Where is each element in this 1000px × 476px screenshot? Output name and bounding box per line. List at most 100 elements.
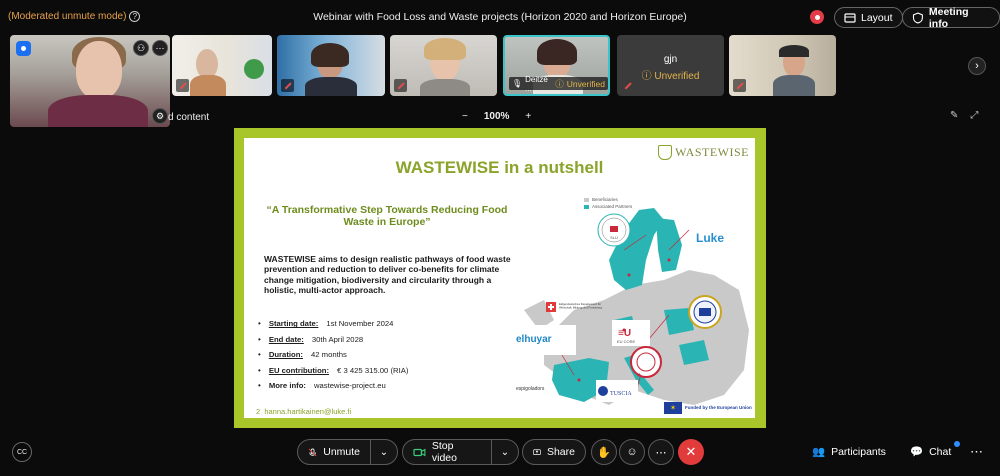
partner-slu-label: SLU bbox=[610, 235, 618, 240]
chevron-down-icon: ⌄ bbox=[500, 446, 510, 458]
list-item: More info: wastewise-project.eu bbox=[258, 378, 498, 394]
closed-captions-button[interactable]: CC bbox=[12, 442, 32, 462]
people-icon: 👥 bbox=[812, 446, 826, 458]
participant-tile[interactable] bbox=[277, 35, 385, 96]
recording-icon[interactable] bbox=[810, 10, 824, 24]
project-facts-list: Starting date: 1st November 2024 End dat… bbox=[258, 316, 498, 394]
next-page-button[interactable]: › bbox=[968, 57, 986, 75]
slide-title: WASTEWISE in a nutshell bbox=[395, 158, 604, 177]
share-screen-icon bbox=[533, 448, 541, 455]
participant-tile-no-video[interactable]: gjn ⓘ Unverified bbox=[617, 35, 724, 96]
active-speaker-tile[interactable]: 🎙 Deitze ... ⓘ Unverified bbox=[503, 35, 610, 96]
unverified-label: Unverified bbox=[654, 71, 700, 82]
contact-email: 2 hanna.hartikainen@luke.fi bbox=[256, 407, 352, 416]
chevron-right-icon: › bbox=[975, 60, 979, 72]
raise-hand-button[interactable]: ✋ bbox=[591, 439, 617, 465]
slide-description: WASTEWISE aims to design realistic pathw… bbox=[264, 254, 511, 296]
layout-label: Layout bbox=[861, 11, 893, 24]
partner-espigoladors-label: espigoladors bbox=[516, 386, 545, 392]
chevron-down-icon: ⌄ bbox=[379, 446, 389, 458]
reactions-button[interactable]: ☺ bbox=[619, 439, 645, 465]
slide-quote: “A Transformative Step Towards Reducing … bbox=[266, 204, 508, 229]
layout-icon bbox=[844, 12, 856, 23]
video-options-button[interactable]: ⌄ bbox=[491, 439, 519, 465]
crest-icon bbox=[658, 145, 673, 160]
shield-icon bbox=[912, 11, 923, 24]
share-button[interactable]: Share bbox=[522, 439, 586, 465]
layout-button[interactable]: Layout bbox=[834, 7, 903, 28]
list-item: Duration: 42 months bbox=[258, 347, 498, 363]
hand-icon: ✋ bbox=[597, 446, 611, 459]
more-options-button[interactable]: ⋯ bbox=[648, 439, 674, 465]
leave-meeting-button[interactable]: ✕ bbox=[678, 439, 704, 465]
zoom-level[interactable]: 100% bbox=[484, 111, 510, 122]
map-legend: Beneficiaries Associated Partners bbox=[584, 196, 632, 210]
muted-icon bbox=[733, 79, 746, 92]
chat-icon: 💬 bbox=[910, 446, 924, 458]
video-camera-icon bbox=[413, 448, 426, 456]
chat-notification-dot bbox=[954, 441, 960, 447]
unmute-label: Unmute bbox=[323, 446, 360, 458]
shared-content-label: d content bbox=[168, 112, 210, 123]
audio-options-button[interactable]: ⌄ bbox=[370, 439, 398, 465]
more-options-icon[interactable]: ⋯ bbox=[152, 40, 168, 56]
list-item: EU contribution: € 3 425 315.00 (RIA) bbox=[258, 363, 498, 379]
moderated-unmute-mode: (Moderated unmute mode) ? bbox=[8, 11, 141, 22]
mic-icon: 🎙 bbox=[512, 79, 523, 88]
gear-icon[interactable]: ⚙ bbox=[152, 108, 168, 124]
meeting-info-label: Meeting info bbox=[928, 5, 969, 30]
warning-icon: ⓘ bbox=[555, 78, 564, 89]
zoom-controls: − 100% + bbox=[462, 111, 531, 122]
muted-icon bbox=[281, 79, 294, 92]
pin-icon[interactable] bbox=[16, 41, 31, 56]
mode-label: (Moderated unmute mode) bbox=[8, 11, 127, 22]
unverified-label: Unverified bbox=[566, 78, 605, 89]
zoom-in-button[interactable]: + bbox=[525, 111, 531, 122]
muted-icon bbox=[394, 79, 407, 92]
europe-partner-map: SLU Luke Eidgenössisches Departement für… bbox=[514, 208, 749, 405]
captions-icon: CC bbox=[16, 448, 28, 456]
partner-luke-label: Luke bbox=[696, 231, 724, 245]
muted-icon bbox=[176, 79, 189, 92]
annotate-icon[interactable]: ✎ bbox=[950, 110, 958, 121]
svg-text:Wirtschaft, Bildung und Forsch: Wirtschaft, Bildung und Forschung bbox=[559, 306, 602, 310]
list-item: Starting date: 1st November 2024 bbox=[258, 316, 498, 332]
shared-slide-frame: WASTEWISE in a nutshell WASTEWISE “A Tra… bbox=[234, 128, 766, 428]
share-label: Share bbox=[546, 446, 575, 458]
participant-name-tag: 🎙 Deitze ... ⓘ Unverified bbox=[509, 74, 608, 93]
unmute-button[interactable]: Unmute bbox=[297, 439, 371, 465]
more-icon: ⋯ bbox=[655, 446, 667, 459]
help-icon[interactable]: ? bbox=[129, 11, 141, 22]
stop-video-button[interactable]: Stop video bbox=[402, 439, 492, 465]
chat-label: Chat bbox=[929, 445, 952, 458]
participant-tile[interactable] bbox=[729, 35, 836, 96]
more-menu-icon[interactable]: ⋯ bbox=[970, 444, 983, 460]
presentation-slide: WASTEWISE in a nutshell WASTEWISE “A Tra… bbox=[244, 138, 755, 418]
partner-elhuyar-label: elhuyar bbox=[516, 334, 552, 345]
wastewise-logo: WASTEWISE bbox=[658, 145, 749, 160]
participant-name: gjn bbox=[663, 54, 678, 65]
participant-tile[interactable] bbox=[172, 35, 272, 96]
partner-tuscia-label: TUSCIA bbox=[610, 391, 632, 397]
eu-flag-icon: ✶ bbox=[664, 402, 682, 414]
chat-button[interactable]: 💬 Chat bbox=[910, 445, 952, 459]
list-item: End date: 30th April 2028 bbox=[258, 332, 498, 348]
eu-funding-logo: ✶ Funded by the European Union bbox=[664, 400, 754, 416]
muted-icon bbox=[621, 79, 634, 92]
self-view-settings-icon[interactable]: ⚇ bbox=[133, 40, 149, 56]
share-view-tools: ✎ ⤢ bbox=[950, 110, 978, 121]
zoom-out-button[interactable]: − bbox=[462, 111, 468, 122]
participants-label: Participants bbox=[831, 445, 886, 458]
participant-name: Deitze ... bbox=[525, 74, 548, 93]
warning-icon: ⓘ bbox=[641, 71, 655, 82]
partner-eucore-label: EU CORE bbox=[617, 339, 636, 344]
stop-video-label: Stop video bbox=[431, 440, 457, 464]
participant-tile[interactable] bbox=[390, 35, 497, 96]
close-icon: ✕ bbox=[685, 444, 697, 459]
self-view-tile[interactable]: ⚇ ⋯ ⚙ bbox=[10, 35, 170, 127]
meeting-info-button[interactable]: Meeting info bbox=[902, 5, 1000, 30]
mic-off-icon bbox=[308, 448, 317, 456]
fullscreen-icon[interactable]: ⤢ bbox=[970, 110, 978, 121]
smiley-icon: ☺ bbox=[626, 446, 638, 458]
participants-button[interactable]: 👥 Participants bbox=[812, 445, 886, 459]
